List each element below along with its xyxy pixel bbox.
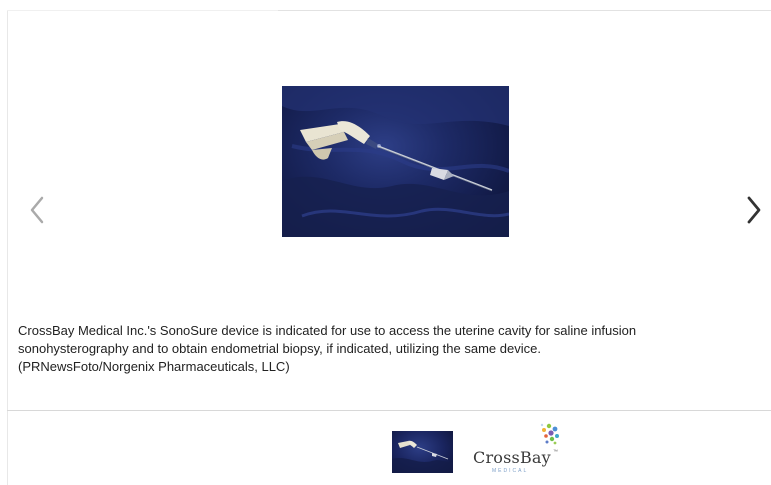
photo-caption: CrossBay Medical Inc.'s SonoSure device … bbox=[18, 323, 637, 374]
thumbnail-device[interactable] bbox=[392, 431, 453, 473]
divider bbox=[7, 410, 771, 411]
frame-border-left bbox=[7, 10, 8, 485]
medical-device-photo-icon bbox=[282, 86, 509, 237]
previous-button[interactable] bbox=[26, 190, 50, 230]
logo-trademark: ™ bbox=[553, 449, 558, 455]
main-photo[interactable] bbox=[282, 86, 509, 237]
device-thumbnail-icon bbox=[392, 440, 453, 473]
logo-subtitle: MEDICAL bbox=[492, 468, 529, 474]
crossbay-logo-mark-icon bbox=[540, 423, 559, 445]
chevron-left-icon bbox=[30, 196, 44, 224]
chevron-right-icon bbox=[747, 196, 761, 224]
frame-border-top-accent bbox=[278, 10, 771, 11]
crossbay-logo[interactable]: CrossBay ™ MEDICAL bbox=[470, 422, 562, 480]
logo-wordmark: CrossBay bbox=[473, 448, 551, 467]
photo-gallery-widget: CrossBay Medical Inc.'s SonoSure device … bbox=[0, 0, 771, 485]
next-button[interactable] bbox=[742, 190, 766, 230]
